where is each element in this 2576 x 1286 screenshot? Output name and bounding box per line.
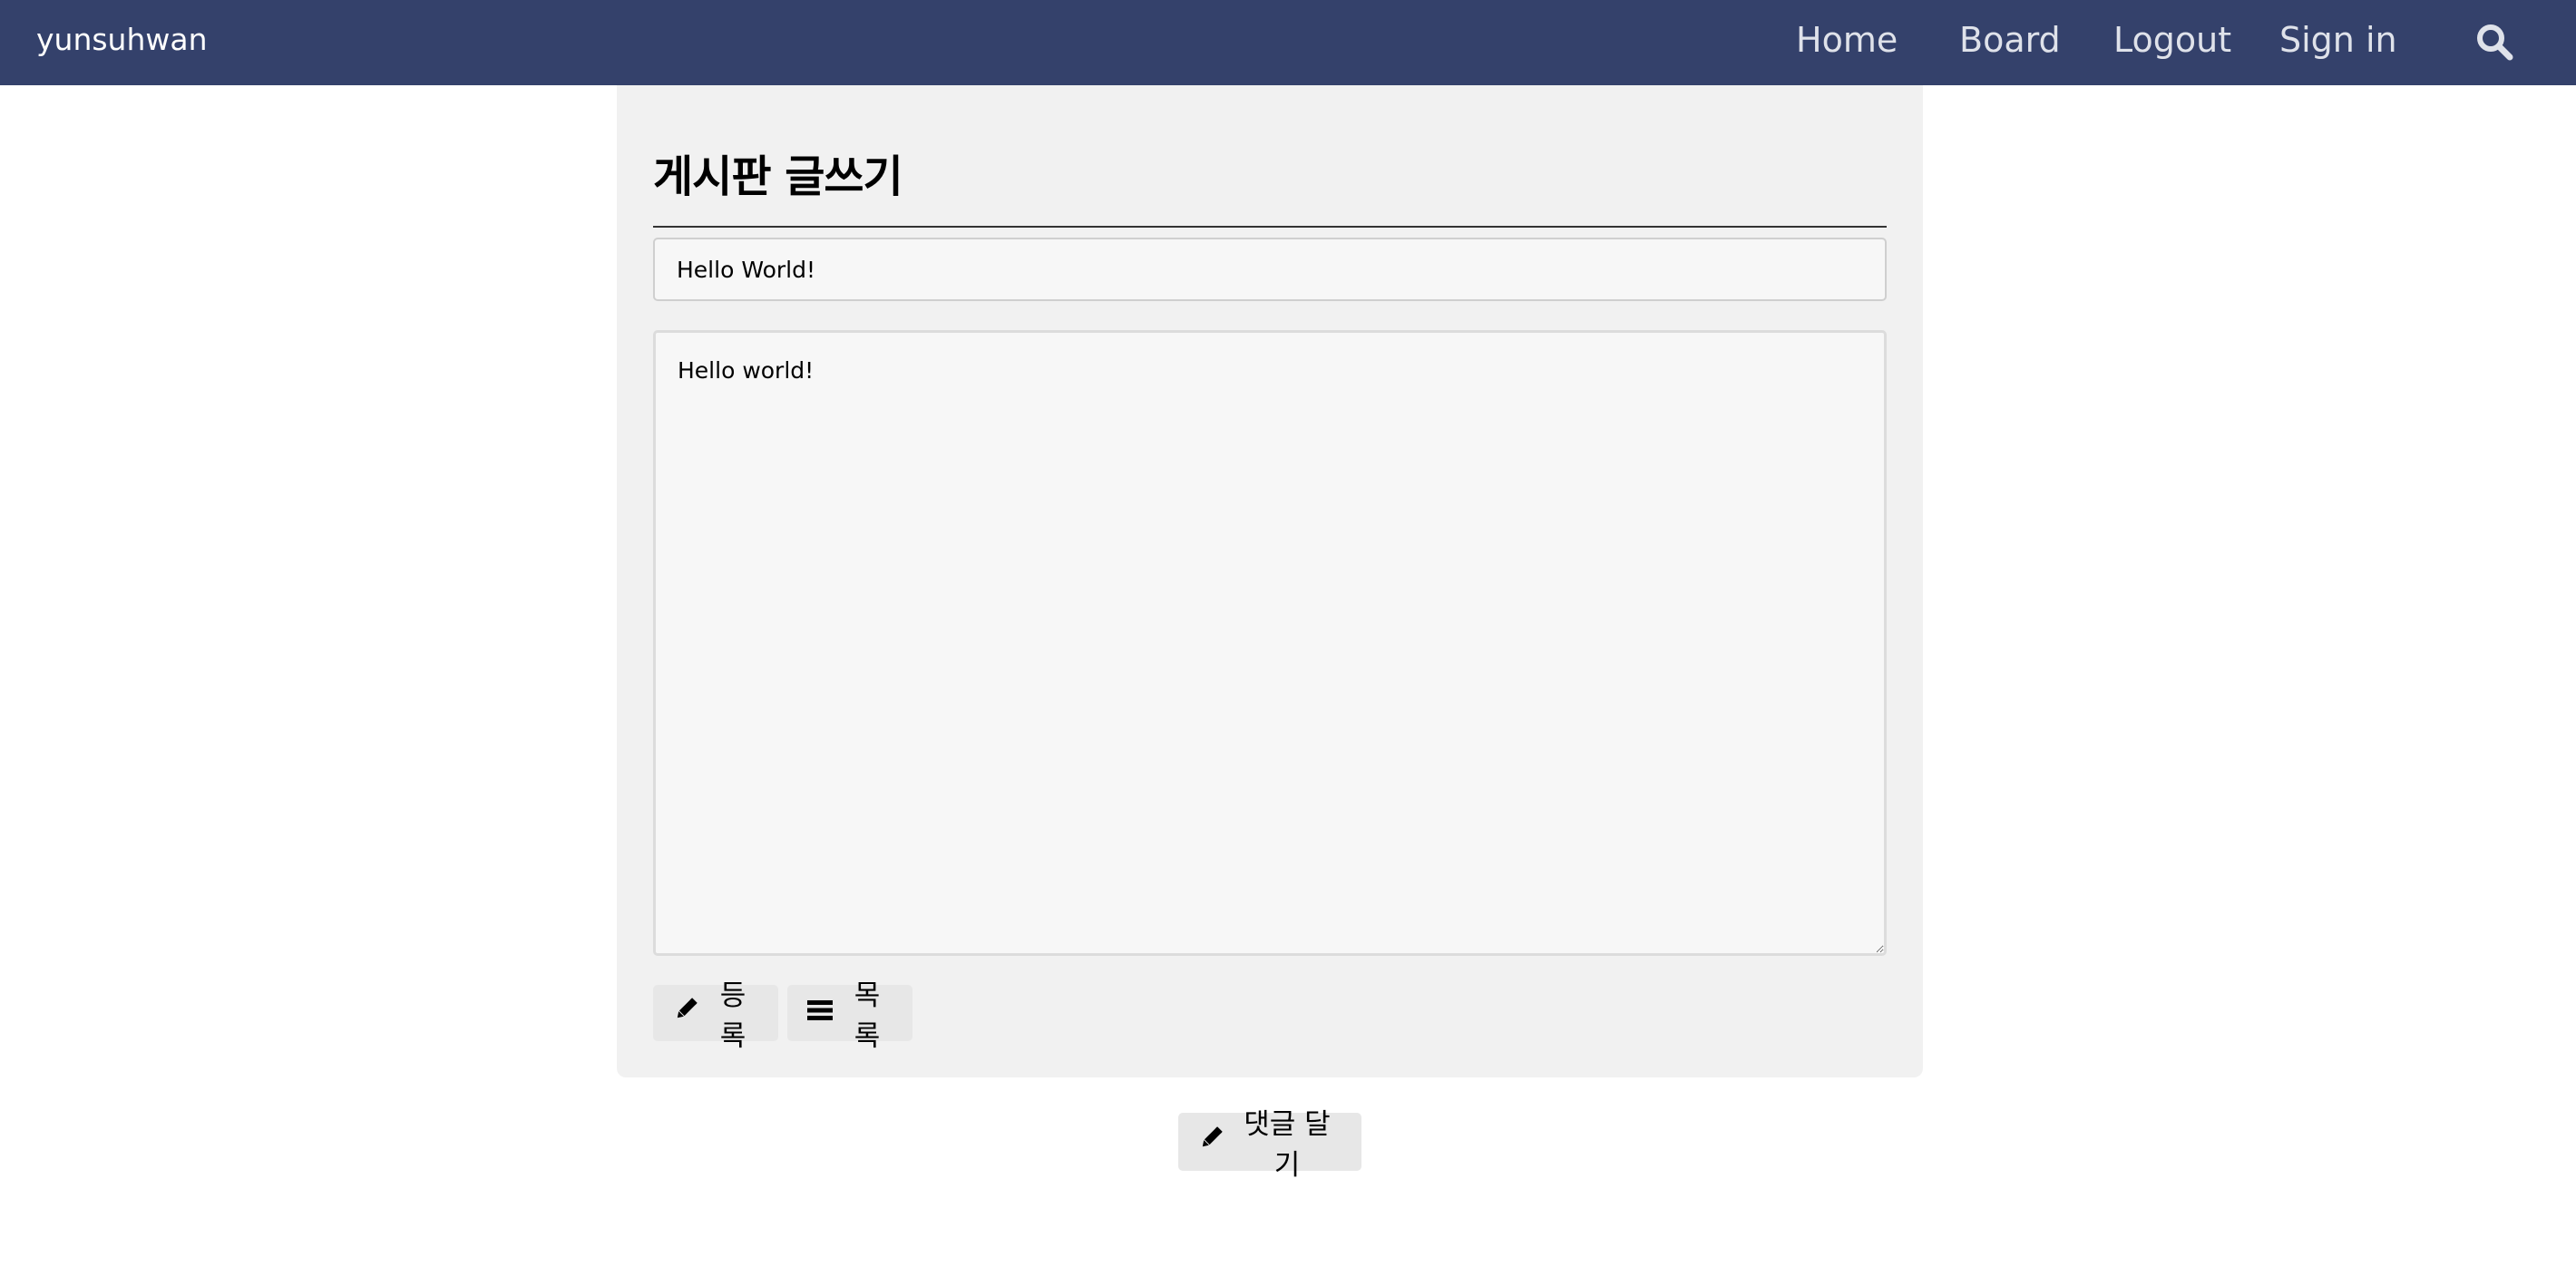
board-write-panel: 게시판 글쓰기 Hello world! 등록 목록 — [617, 85, 1923, 1077]
register-button[interactable]: 등록 — [653, 979, 778, 1053]
list-button[interactable]: 목록 — [787, 979, 912, 1053]
brand-link[interactable]: yunsuhwan — [36, 20, 208, 60]
post-content-textarea[interactable]: Hello world! — [653, 330, 1887, 956]
nav-logout-link[interactable]: Logout — [2113, 18, 2231, 62]
post-title-input[interactable] — [653, 238, 1887, 301]
add-comment-button-label: 댓글 달기 — [1244, 1108, 1331, 1182]
title-divider — [653, 226, 1887, 228]
nav-home-link[interactable]: Home — [1796, 18, 1898, 62]
pencil-icon — [673, 997, 707, 1029]
page-title: 게시판 글쓰기 — [653, 151, 903, 202]
list-icon — [807, 997, 842, 1029]
register-button-label: 등록 — [719, 979, 746, 1053]
nav-board-link[interactable]: Board — [1959, 18, 2061, 62]
list-button-label: 목록 — [854, 979, 881, 1053]
pencil-icon — [1198, 1125, 1233, 1158]
add-comment-button[interactable]: 댓글 달기 — [1178, 1108, 1361, 1182]
search-icon[interactable] — [2474, 22, 2514, 62]
top-navbar: yunsuhwan Home Board Logout Sign in — [0, 0, 2576, 85]
nav-signin-link[interactable]: Sign in — [2279, 18, 2397, 62]
